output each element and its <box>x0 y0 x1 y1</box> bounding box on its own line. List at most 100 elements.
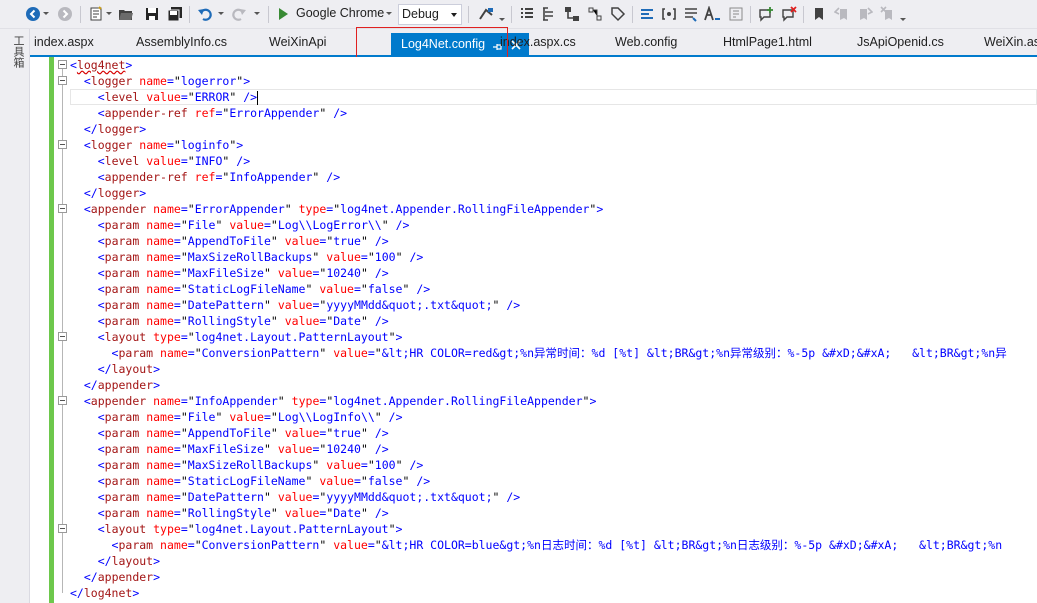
navigate-back-icon[interactable] <box>24 4 42 24</box>
code-line[interactable]: <param name="AppendToFile" value="true" … <box>70 233 1037 249</box>
code-line[interactable]: <layout type="log4net.Layout.PatternLayo… <box>70 329 1037 345</box>
format-code-icon[interactable] <box>638 4 656 24</box>
fold-toggle-icon[interactable] <box>58 332 67 341</box>
toggle-bullets-icon[interactable] <box>518 4 536 24</box>
case-icon[interactable] <box>727 4 745 24</box>
code-line[interactable]: <param name="MaxSizeRollBackups" value="… <box>70 249 1037 265</box>
undo-icon[interactable] <box>196 4 214 24</box>
outline-icon[interactable] <box>540 4 558 24</box>
new-project-dropdown-icon[interactable] <box>106 12 112 15</box>
expand-collapse-icon[interactable] <box>586 4 604 24</box>
solution-configuration-select[interactable]: Debug <box>398 4 462 25</box>
code-line[interactable]: <appender-ref ref="InfoAppender" /> <box>70 169 1037 185</box>
navigate-forward-icon[interactable] <box>56 4 74 24</box>
tab-web-config[interactable]: Web.config <box>615 35 677 49</box>
code-token: = <box>263 218 271 232</box>
code-line[interactable]: </appender> <box>70 377 1037 393</box>
code-line[interactable]: <param name="StaticLogFileName" value="f… <box>70 473 1037 489</box>
tab-assemblyinfo-cs[interactable]: AssemblyInfo.cs <box>136 35 227 49</box>
code-line[interactable]: <param name="ConversionPattern" value="&… <box>70 345 1037 361</box>
code-line[interactable]: <param name="DatePattern" value="yyyyMMd… <box>70 297 1037 313</box>
code-line[interactable]: <param name="AppendToFile" value="true" … <box>70 425 1037 441</box>
code-token: type <box>153 522 181 536</box>
code-token: appender-ref <box>104 106 188 120</box>
code-line[interactable]: <param name="StaticLogFileName" value="f… <box>70 281 1037 297</box>
tab-index-aspx[interactable]: index.aspx <box>34 35 94 49</box>
code-line[interactable]: <param name="MaxFileSize" value="10240" … <box>70 441 1037 457</box>
code-token: " <box>194 346 202 360</box>
code-line[interactable]: <logger name="loginfo"> <box>70 137 1037 153</box>
tab-weixinapi[interactable]: WeiXinApi <box>269 35 326 49</box>
align-icon[interactable] <box>682 4 700 24</box>
toolbar-options-dropdown-icon[interactable] <box>900 18 906 21</box>
font-icon[interactable] <box>704 4 722 24</box>
code-text-area[interactable]: <log4net> <logger name="logerror"> <leve… <box>70 57 1037 603</box>
undo-dropdown-icon[interactable] <box>218 12 224 15</box>
open-file-icon[interactable] <box>117 4 135 24</box>
code-line[interactable]: <appender-ref ref="ErrorAppender" /> <box>70 105 1037 121</box>
browser-dropdown-icon[interactable] <box>386 12 392 15</box>
tab-index-aspx-cs[interactable]: index.aspx.cs <box>500 35 576 49</box>
bookmark-icon[interactable] <box>810 4 828 24</box>
toolbar-separator <box>80 6 81 23</box>
save-icon[interactable] <box>143 4 161 24</box>
code-line[interactable]: <param name="RollingStyle" value="Date" … <box>70 505 1037 521</box>
code-line[interactable]: </layout> <box>70 361 1037 377</box>
fold-toggle-icon[interactable] <box>58 204 67 213</box>
next-bookmark-icon[interactable] <box>856 4 874 24</box>
code-line[interactable]: <param name="DatePattern" value="yyyyMMd… <box>70 489 1037 505</box>
previous-bookmark-icon[interactable] <box>833 4 851 24</box>
code-line[interactable]: <appender name="InfoAppender" type="log4… <box>70 393 1037 409</box>
code-line[interactable]: </appender> <box>70 569 1037 585</box>
fold-toggle-icon[interactable] <box>58 140 67 149</box>
code-line[interactable]: <log4net> <box>70 57 1037 73</box>
toolbox-sidebar[interactable]: 工具箱 <box>0 29 30 603</box>
fold-toggle-icon[interactable] <box>58 524 67 533</box>
code-token: appender <box>97 378 154 392</box>
code-line[interactable]: </logger> <box>70 121 1037 137</box>
code-line[interactable]: <param name="MaxSizeRollBackups" value="… <box>70 457 1037 473</box>
start-debugging-button[interactable]: Google Chrome <box>296 6 384 20</box>
code-line[interactable]: <param name="File" value="Log\\LogError\… <box>70 217 1037 233</box>
new-project-icon[interactable] <box>87 4 105 24</box>
save-all-icon[interactable] <box>166 4 184 24</box>
tag-icon[interactable] <box>609 4 627 24</box>
new-comment-icon[interactable] <box>757 4 775 24</box>
browser-link-dropdown-icon[interactable] <box>499 18 505 21</box>
redo-dropdown-icon[interactable] <box>254 12 260 15</box>
code-line[interactable]: <level value="INFO" /> <box>70 153 1037 169</box>
toolbox-label[interactable]: 工具箱 <box>10 35 25 68</box>
code-line[interactable]: </logger> <box>70 185 1037 201</box>
tab-weixin-ashx[interactable]: WeiXin.ash <box>984 35 1037 49</box>
code-line[interactable]: <param name="ConversionPattern" value="&… <box>70 537 1037 553</box>
code-line[interactable]: <appender name="ErrorAppender" type="log… <box>70 201 1037 217</box>
fold-toggle-icon[interactable] <box>58 396 67 405</box>
fold-toggle-icon[interactable] <box>58 76 67 85</box>
code-line[interactable]: <param name="RollingStyle" value="Date" … <box>70 313 1037 329</box>
clear-bookmarks-icon[interactable] <box>879 4 897 24</box>
start-debugging-icon[interactable] <box>276 4 290 24</box>
code-token: </ <box>97 554 112 568</box>
bracket-icon[interactable] <box>660 4 678 24</box>
navigate-back-dropdown-icon[interactable] <box>43 12 49 15</box>
delete-comment-icon[interactable] <box>780 4 798 24</box>
code-editor[interactable]: <log4net> <logger name="logerror"> <leve… <box>30 57 1037 603</box>
code-line[interactable]: </layout> <box>70 553 1037 569</box>
code-line[interactable]: <param name="MaxFileSize" value="10240" … <box>70 265 1037 281</box>
code-line[interactable]: <layout type="log4net.Layout.PatternLayo… <box>70 521 1037 537</box>
code-token: </ <box>70 586 84 600</box>
hierarchy-icon[interactable] <box>563 4 581 24</box>
redo-icon[interactable] <box>230 4 248 24</box>
code-line[interactable]: <param name="File" value="Log\\LogInfo\\… <box>70 409 1037 425</box>
code-line[interactable]: <level value="ERROR" /> <box>70 89 1037 105</box>
tab-htmlpage1-html[interactable]: HtmlPage1.html <box>723 35 812 49</box>
code-line[interactable]: </log4net> <box>70 585 1037 601</box>
code-token: layout <box>104 522 147 536</box>
fold-toggle-icon[interactable] <box>58 60 67 69</box>
tab-jsapiopenid-cs[interactable]: JsApiOpenid.cs <box>857 35 944 49</box>
code-line[interactable]: <logger name="logerror"> <box>70 73 1037 89</box>
browser-link-icon[interactable] <box>477 4 495 24</box>
